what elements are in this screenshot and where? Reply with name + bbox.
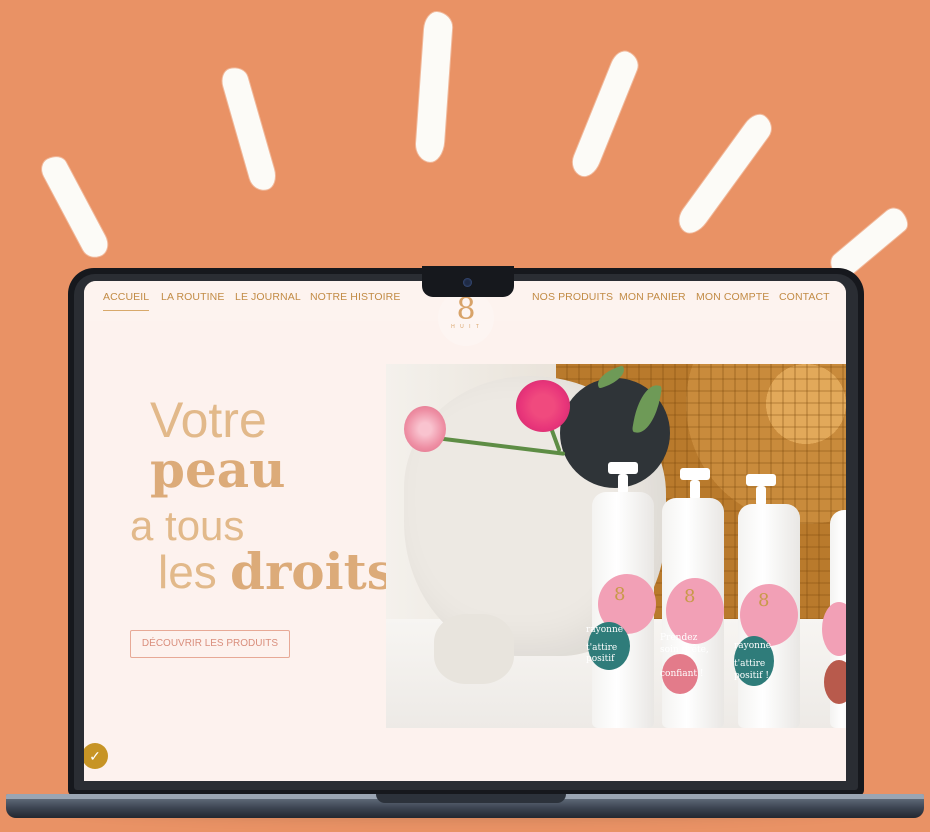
brush-stroke-3	[414, 11, 454, 163]
nav-contact[interactable]: CONTACT	[779, 291, 830, 303]
check-badge-icon[interactable]: ✓	[84, 743, 108, 769]
nav-mon-compte[interactable]: MON COMPTE	[696, 291, 769, 303]
logo-mark: 8	[456, 292, 476, 327]
hero-line-2: peau	[150, 440, 286, 499]
nav-nos-produits[interactable]: NOS PRODUITS	[532, 291, 613, 303]
camera-notch	[422, 266, 514, 297]
product-bottle-4[interactable]	[822, 510, 846, 728]
nav-accueil[interactable]: ACCUEIL	[103, 291, 150, 311]
hero-product-photo: 8 rayonne t'attire positif 8 Prendez soi…	[386, 364, 846, 728]
laptop-screen: ACCUEIL LA ROUTINE LE JOURNAL NOTRE HIST…	[84, 281, 846, 781]
nav-le-journal[interactable]: LE JOURNAL	[235, 291, 301, 303]
hero-line-4a: les	[158, 546, 217, 598]
product-bottle-2[interactable]: 8 Prendez soin prête, confiant !	[660, 498, 724, 728]
hero-line-3: a tous	[130, 502, 245, 549]
nav-notre-histoire[interactable]: NOTRE HISTOIRE	[310, 291, 400, 303]
laptop-base	[6, 794, 924, 818]
discover-products-button[interactable]: DÉCOUVRIR LES PRODUITS	[130, 630, 290, 658]
brush-stroke-1	[37, 152, 113, 262]
brush-stroke-5	[673, 109, 777, 239]
hero-line-1: Votre	[150, 392, 267, 448]
product-bottle-1[interactable]: 8 rayonne t'attire positif	[586, 492, 656, 728]
product-bottle-3[interactable]: 8 rayonne t'attire positif !	[734, 504, 800, 728]
logo-subtitle: H U I T	[451, 324, 481, 330]
hero-line-4b: droits	[230, 542, 395, 601]
nav-la-routine[interactable]: LA ROUTINE	[161, 291, 224, 303]
nav-mon-panier[interactable]: MON PANIER	[619, 291, 686, 303]
brush-stroke-4	[568, 47, 642, 181]
pink-flower-large	[516, 380, 570, 432]
brand-logo[interactable]: 8 H U I T	[438, 290, 494, 346]
pink-flower-small	[404, 406, 446, 452]
brush-stroke-2	[219, 64, 279, 194]
camera-icon	[463, 278, 472, 287]
